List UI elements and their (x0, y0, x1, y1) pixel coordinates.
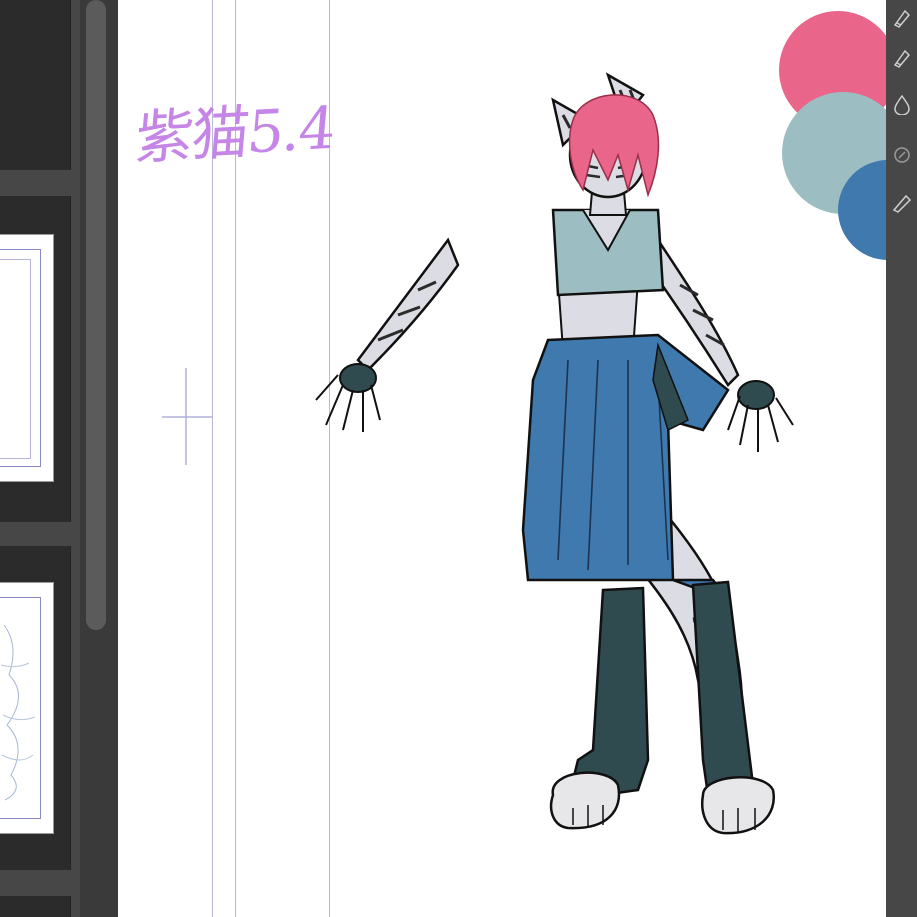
page-thumbnail[interactable] (0, 582, 54, 834)
page-inner-frame (0, 259, 31, 459)
brush-tool-strip (886, 0, 917, 917)
page-slot[interactable] (0, 546, 71, 870)
tool-slot-5[interactable] (886, 184, 917, 220)
tool-slot-4[interactable] (886, 136, 917, 172)
tool-slot-2[interactable] (886, 40, 917, 76)
tool-slot-1[interactable] (886, 0, 917, 36)
tool-slot-3[interactable] (886, 86, 917, 122)
scrollbar-thumb[interactable] (86, 0, 106, 630)
page-thumbnail[interactable] (0, 234, 54, 482)
drawing-canvas[interactable]: 紫猫5.4 (118, 0, 886, 917)
page-slot[interactable] (0, 896, 71, 917)
ink-drop-icon (893, 94, 910, 115)
page-manager-panel (0, 0, 80, 917)
blend-brush-icon (893, 147, 910, 163)
marker-pen-icon (892, 194, 911, 213)
pen-nib-icon (893, 49, 910, 68)
page-slot[interactable] (0, 196, 71, 522)
character-sketch (315, 72, 794, 835)
pen-nib-icon (893, 9, 910, 28)
handwritten-note: 紫猫5.4 (132, 93, 337, 173)
page-slot[interactable] (0, 0, 71, 170)
crop-mark-cross (162, 368, 212, 465)
page-sketch-preview (0, 624, 36, 801)
